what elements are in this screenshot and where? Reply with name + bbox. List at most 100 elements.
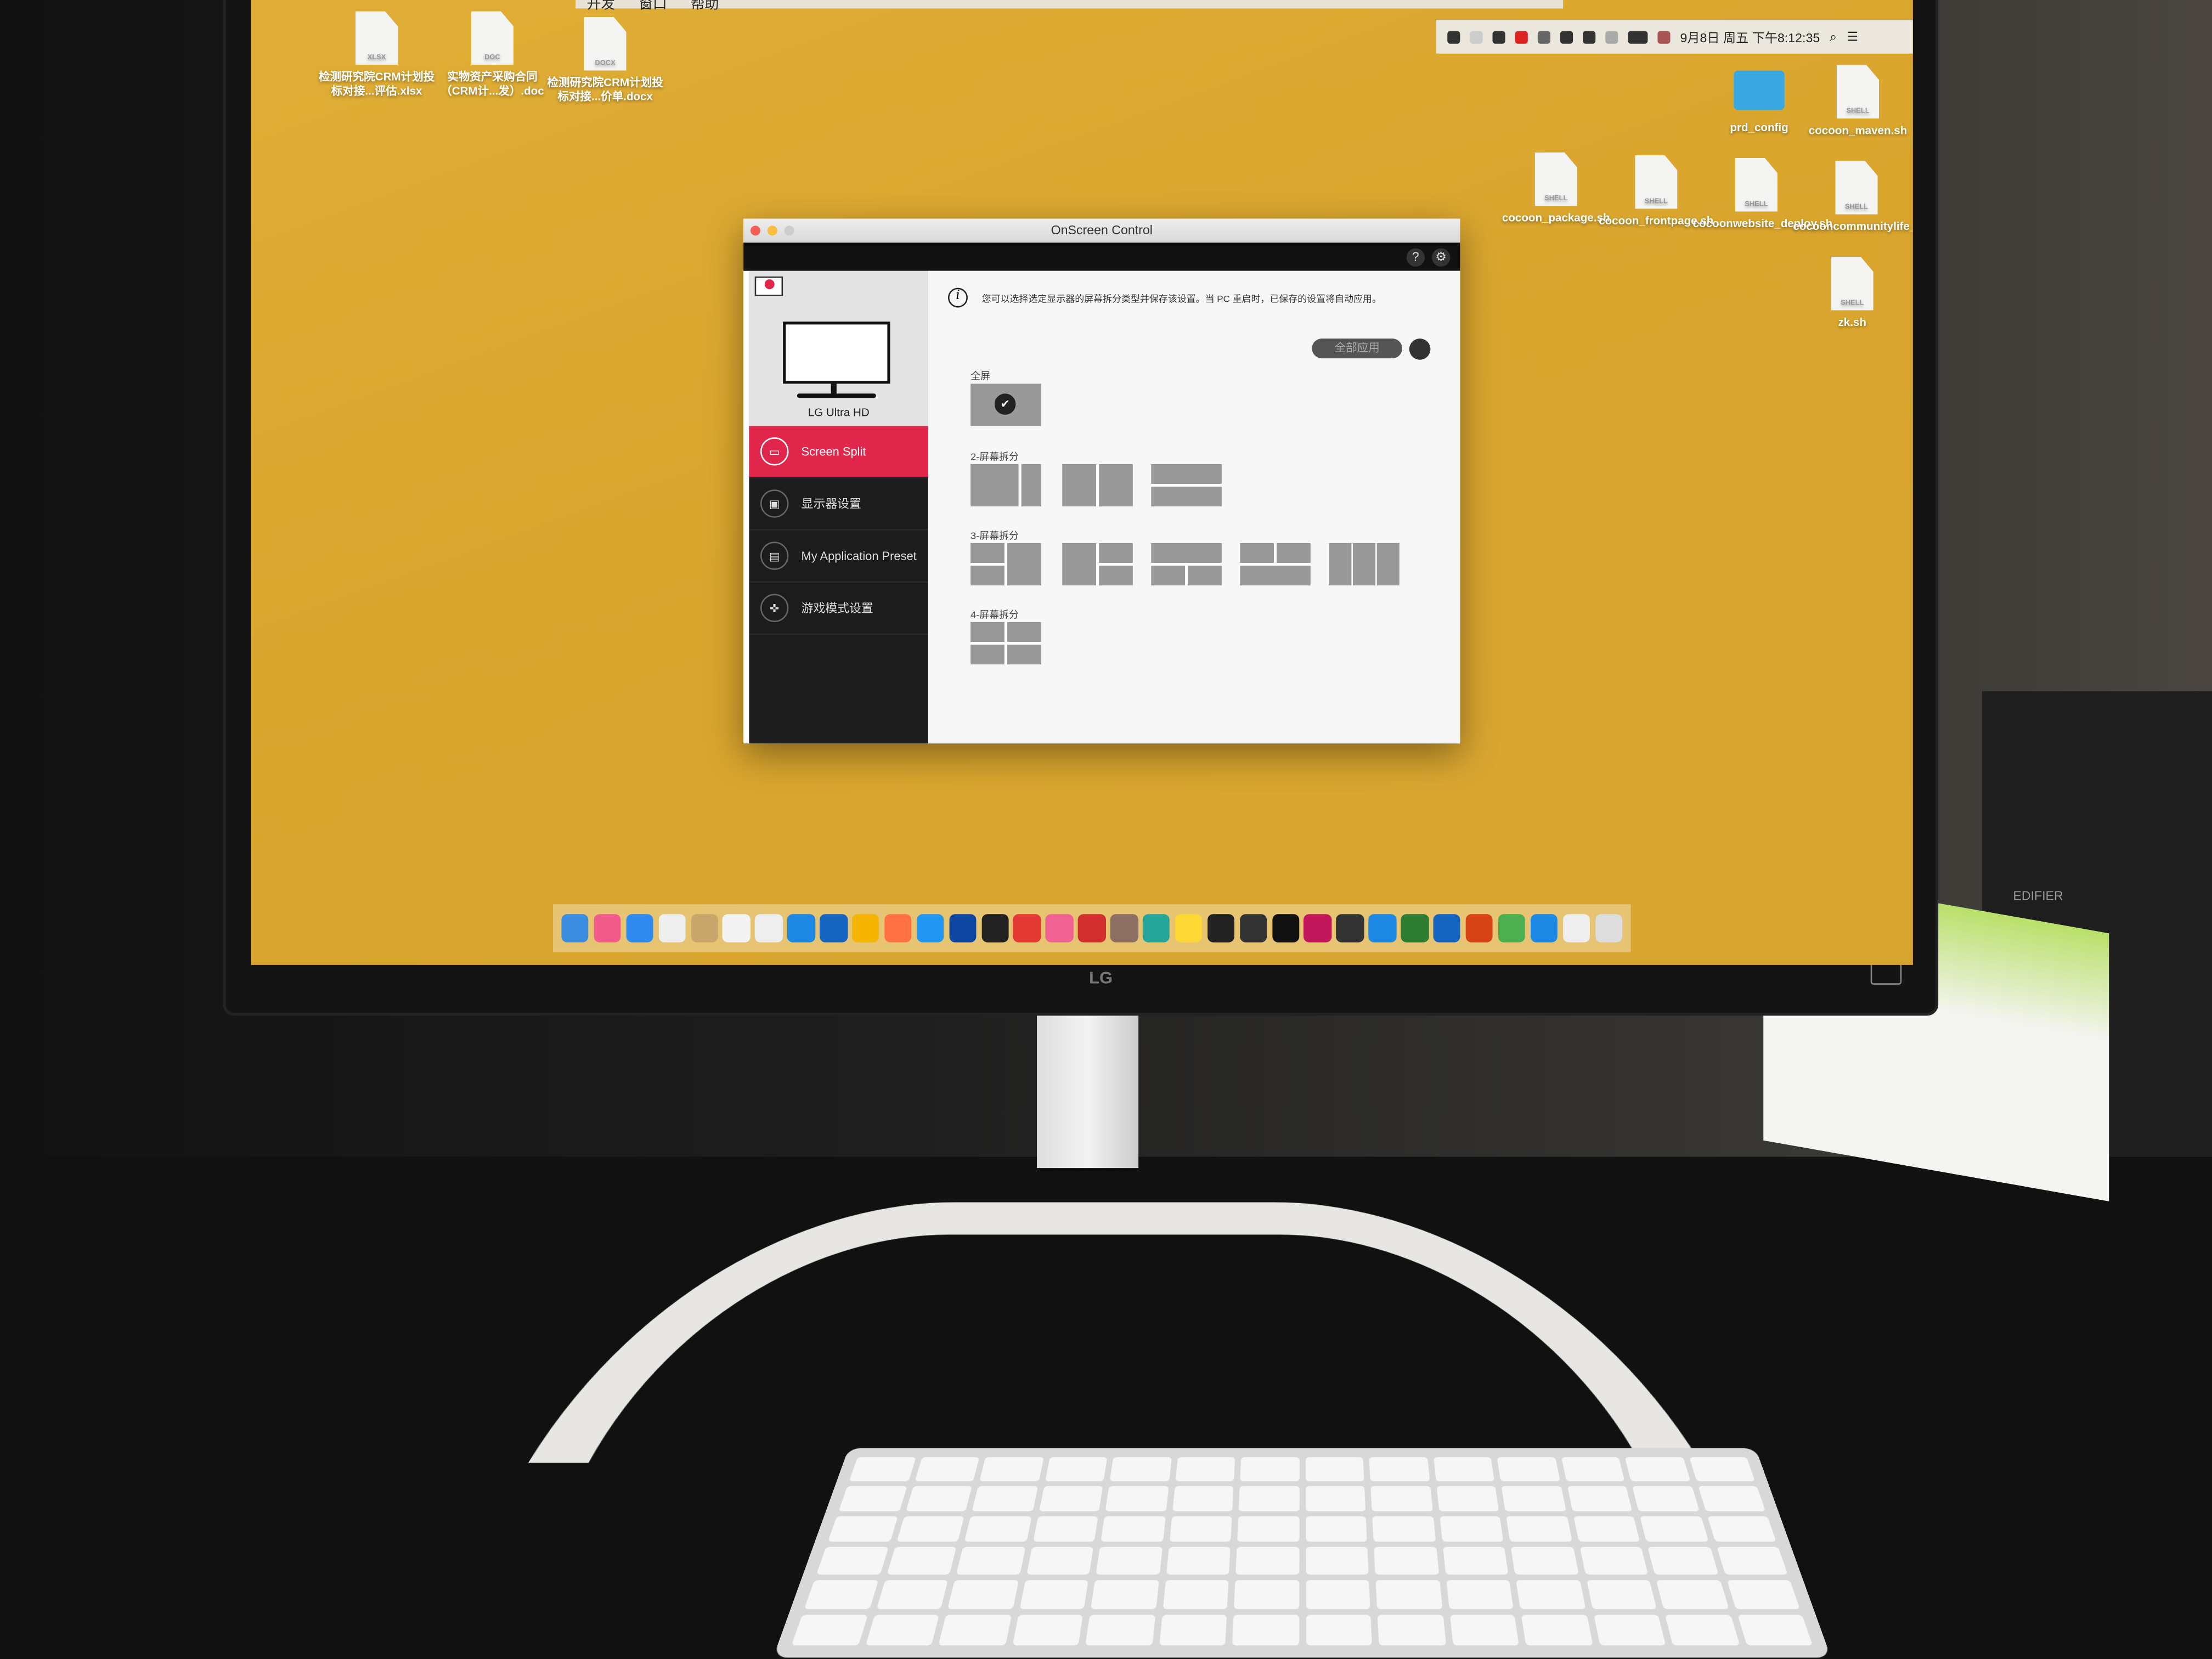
- layout-3-split-a[interactable]: [970, 543, 1041, 586]
- monitor-selector[interactable]: LG Ultra HD: [749, 270, 928, 426]
- layout-3-split-d[interactable]: [1240, 543, 1311, 586]
- dock-app-icon[interactable]: [1142, 914, 1170, 943]
- keyboard-key: [1234, 1580, 1299, 1610]
- dock-app-icon[interactable]: [1304, 914, 1332, 943]
- layout-2-split-b[interactable]: [1062, 464, 1133, 507]
- layout-3-split-b[interactable]: [1062, 543, 1133, 586]
- sidebar-item-display-settings[interactable]: ▣ 显示器设置: [749, 478, 928, 531]
- desktop-file[interactable]: DOC 实物资产采购合同（CRM计...发）.doc: [429, 11, 556, 99]
- list-icon[interactable]: ☰: [1847, 29, 1858, 44]
- file-name: prd_config: [1730, 121, 1788, 134]
- bluetooth-icon[interactable]: [1537, 30, 1550, 43]
- dock-app-icon[interactable]: [1207, 914, 1235, 943]
- dock-app-icon[interactable]: [1498, 914, 1526, 943]
- docx-file-icon: DOCX: [584, 16, 627, 71]
- sidebar-item-game-mode[interactable]: ✜ 游戏模式设置: [749, 583, 928, 635]
- magnifier-icon[interactable]: ⌕: [1830, 29, 1837, 44]
- dock-app-icon[interactable]: [916, 914, 944, 943]
- gear-icon[interactable]: ⚙: [1431, 248, 1451, 267]
- dock-app-icon[interactable]: [1078, 914, 1106, 943]
- menu-bar-clock[interactable]: 9月8日 周五 下午8:12:35: [1680, 27, 1820, 46]
- keyboard-key: [896, 1516, 964, 1543]
- desktop-file[interactable]: SHELL zk.sh: [1789, 256, 1913, 330]
- keyboard-key: [1240, 1457, 1299, 1481]
- dock-app-icon[interactable]: [1562, 914, 1590, 943]
- battery-charging-icon[interactable]: [1628, 30, 1648, 43]
- dock-app-icon[interactable]: [1272, 914, 1300, 943]
- dock-app-icon[interactable]: [1175, 914, 1203, 943]
- keyboard-key: [1449, 1615, 1519, 1646]
- dock-app-icon[interactable]: [852, 914, 880, 943]
- sidebar-item-app-preset[interactable]: ▤ My Application Preset: [749, 531, 928, 583]
- dock-app-icon[interactable]: [1239, 914, 1267, 943]
- dock-app-icon[interactable]: [787, 914, 815, 943]
- wifi-lock-icon[interactable]: [1447, 30, 1460, 43]
- us-flag-icon[interactable]: [1657, 30, 1671, 43]
- dock-app-icon[interactable]: [1013, 914, 1041, 943]
- volume-icon[interactable]: [1605, 30, 1618, 43]
- dock-app-icon[interactable]: [981, 914, 1009, 943]
- keyboard-key: [979, 1457, 1043, 1481]
- apply-all-button[interactable]: 全部应用: [1312, 338, 1402, 359]
- sidebar-item-label: 显示器设置: [801, 496, 861, 511]
- wifi-icon[interactable]: [1560, 30, 1573, 43]
- shell-file-icon: SHELL: [1836, 65, 1880, 119]
- desktop-file[interactable]: SHELL cocooncommunitylife_deploy.sh: [1793, 161, 1913, 234]
- section-title: 2-屏幕拆分: [970, 453, 1019, 463]
- dock-app-icon[interactable]: [820, 914, 848, 943]
- menu-develop[interactable]: 开发: [587, 0, 615, 13]
- menu-help[interactable]: 帮助: [691, 0, 719, 13]
- dock-app-icon[interactable]: [723, 914, 751, 943]
- dock-app-icon[interactable]: [594, 914, 622, 943]
- dock-app-icon[interactable]: [561, 914, 589, 943]
- dock-app-icon[interactable]: [626, 914, 654, 943]
- layout-4-split[interactable]: [970, 622, 1041, 665]
- gamepad-icon: ✜: [760, 594, 789, 622]
- dock-app-icon[interactable]: [690, 914, 718, 943]
- layout-2-split-c[interactable]: [1151, 464, 1222, 507]
- keyboard-key: [838, 1486, 907, 1511]
- sidebar-item-label: My Application Preset: [801, 549, 917, 563]
- record-icon[interactable]: [1515, 30, 1528, 43]
- keyboard-key: [1085, 1615, 1155, 1646]
- zoom-button[interactable]: [784, 225, 794, 236]
- dictionary-icon[interactable]: [1470, 30, 1483, 43]
- airplay-icon[interactable]: [1583, 30, 1596, 43]
- close-button[interactable]: [750, 225, 760, 236]
- dock-app-icon[interactable]: [658, 914, 686, 943]
- window-titlebar[interactable]: OnScreen Control: [743, 218, 1460, 253]
- menu-window[interactable]: 窗口: [639, 0, 667, 13]
- sidebar-item-screen-split[interactable]: ▭ Screen Split: [749, 426, 928, 478]
- dock-app-icon[interactable]: [1401, 914, 1429, 943]
- desktop-file[interactable]: DOCX 检测研究院CRM计划投标对接...价单.docx: [541, 16, 668, 104]
- keyboard-key: [972, 1486, 1037, 1511]
- dock-app-icon[interactable]: [1368, 914, 1396, 943]
- layout-full-screen[interactable]: ✔: [970, 383, 1041, 426]
- dock-app-icon[interactable]: [755, 914, 783, 943]
- monitor-select-button[interactable]: [1409, 338, 1431, 360]
- minimize-button[interactable]: [767, 225, 777, 236]
- help-button[interactable]: ?: [1406, 248, 1425, 267]
- dock-app-icon[interactable]: [1465, 914, 1493, 943]
- section-title: 4-屏幕拆分: [970, 611, 1019, 621]
- desktop-file[interactable]: SHELL cocoon_maven.sh: [1795, 65, 1913, 138]
- layout-3-split-c[interactable]: [1151, 543, 1222, 586]
- lock-icon[interactable]: [1492, 30, 1505, 43]
- dock-app-icon[interactable]: [1530, 914, 1558, 943]
- keyboard-key: [938, 1615, 1011, 1646]
- dock-app-icon[interactable]: [884, 914, 912, 943]
- dock-app-icon[interactable]: [1110, 914, 1138, 943]
- dock-app-icon[interactable]: [1594, 914, 1622, 943]
- dock-app-icon[interactable]: [1336, 914, 1364, 943]
- file-name: cocoon_maven.sh: [1808, 124, 1908, 137]
- keyboard-key: [1032, 1516, 1098, 1543]
- keyboard-key: [1162, 1580, 1229, 1610]
- dock-app-icon[interactable]: [949, 914, 977, 943]
- desktop-file[interactable]: XLSX 检测研究院CRM计划投标对接...评估.xlsx: [313, 11, 440, 99]
- layout-2-split-a[interactable]: [970, 464, 1041, 507]
- keyboard-key: [1172, 1486, 1234, 1511]
- layout-3-split-e[interactable]: [1329, 543, 1400, 586]
- file-name: 实物资产采购合同（CRM计...发）.doc: [441, 70, 544, 98]
- dock-app-icon[interactable]: [1046, 914, 1074, 943]
- dock-app-icon[interactable]: [1433, 914, 1461, 943]
